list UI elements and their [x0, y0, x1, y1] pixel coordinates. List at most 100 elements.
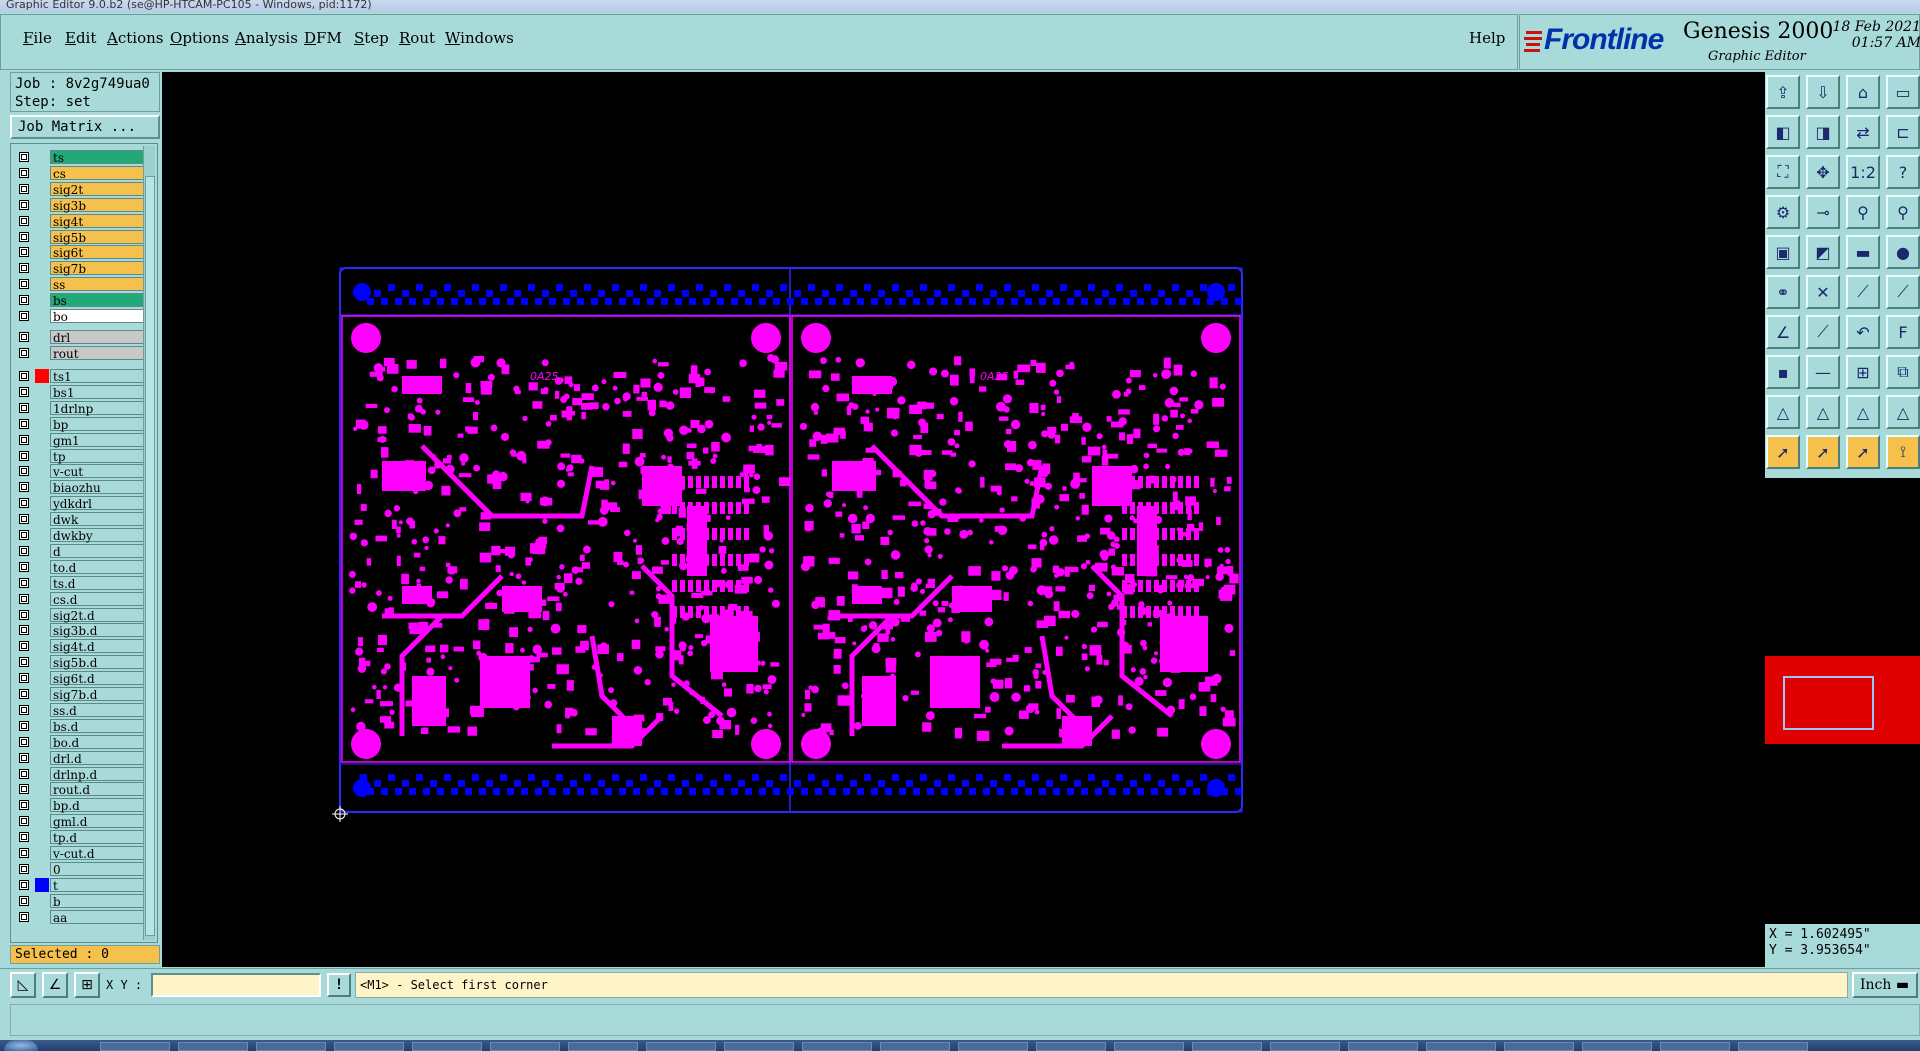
layer-checkbox[interactable]	[19, 332, 29, 342]
menu-actions[interactable]: Actions	[107, 29, 163, 47]
layer-name[interactable]: sig2t	[50, 181, 145, 197]
xy-input[interactable]	[151, 973, 321, 997]
layer-name[interactable]: v-cut	[50, 464, 145, 479]
layer-name[interactable]: aa	[50, 909, 145, 925]
layer-name[interactable]: gm1	[50, 432, 145, 448]
layer-checkbox[interactable]	[19, 152, 29, 162]
layer-row-gml.d[interactable]: gml.d	[15, 814, 145, 829]
pointer-box-icon[interactable]: ➚	[1846, 435, 1880, 469]
layer-name[interactable]: drl	[50, 330, 145, 345]
layer-name[interactable]: d	[50, 543, 145, 559]
layer-checkbox[interactable]	[19, 800, 29, 811]
layer-name[interactable]: sig6t	[50, 245, 145, 260]
layer-row-bp.d[interactable]: bp.d	[15, 798, 145, 813]
layer-row-bs1[interactable]: bs1	[15, 384, 145, 400]
taskbar-app-icon[interactable]	[1348, 1042, 1418, 1051]
layer-checkbox[interactable]	[19, 279, 29, 290]
layer-checkbox[interactable]	[19, 863, 29, 874]
taskbar-app-icon[interactable]	[568, 1042, 638, 1051]
layer-checkbox[interactable]	[19, 347, 29, 358]
layer-name[interactable]: biaozhu	[50, 480, 145, 495]
layer-row-ts[interactable]: ts	[15, 150, 145, 165]
taskbar-app-icon[interactable]	[1036, 1042, 1106, 1051]
taskbar-app-icon[interactable]	[100, 1042, 170, 1051]
shape-icon[interactable]: ◩	[1806, 235, 1840, 269]
menu-edit[interactable]: Edit	[65, 29, 96, 47]
home-icon[interactable]: ⌂	[1846, 75, 1880, 109]
snap-grid-icon[interactable]: ◺	[10, 972, 36, 998]
taskbar-app-icon[interactable]	[1738, 1042, 1808, 1051]
layer-row-drl.d[interactable]: drl.d	[15, 750, 145, 766]
layer-color-swatch[interactable]	[35, 877, 49, 892]
layer-row-bs[interactable]: bs	[15, 293, 145, 308]
symbol-icon[interactable]: ⊞	[1846, 355, 1880, 389]
layer-checkbox[interactable]	[19, 450, 29, 461]
layer-name[interactable]: 1drlnp	[50, 400, 145, 416]
taskbar-app-icon[interactable]	[958, 1042, 1028, 1051]
layer-row-sig6t.d[interactable]: sig6t.d	[15, 671, 145, 686]
layer-row-sig5b.d[interactable]: sig5b.d	[15, 655, 145, 670]
fit-icon[interactable]: ⛶	[1766, 155, 1800, 189]
panel-drawing[interactable]: 0A25 0A25	[162, 72, 1765, 967]
layer-name[interactable]: bs	[50, 293, 145, 308]
layer-name[interactable]: drl.d	[50, 750, 145, 766]
layer-checkbox[interactable]	[19, 593, 29, 604]
taskbar-app-icon[interactable]	[490, 1042, 560, 1051]
layer-row-sig4t[interactable]: sig4t	[15, 213, 145, 229]
layer-name[interactable]: bo	[50, 309, 145, 324]
layer-name[interactable]: bo.d	[50, 734, 145, 750]
layer-name[interactable]: bs.d	[50, 718, 145, 734]
layer-name[interactable]: cs	[50, 165, 145, 181]
layer-row-sig4t.d[interactable]: sig4t.d	[15, 639, 145, 654]
layer-row-ts1[interactable]: ts1	[15, 369, 145, 384]
layer-checkbox[interactable]	[19, 784, 29, 795]
layer-row-to.d[interactable]: to.d	[15, 559, 145, 575]
layer-checkbox[interactable]	[19, 641, 29, 652]
layer-name[interactable]: sig3b	[50, 197, 145, 213]
layer-scrollbar[interactable]	[143, 146, 155, 940]
layer-checkbox[interactable]	[19, 673, 29, 684]
layer-checkbox[interactable]	[19, 545, 29, 556]
units-selector[interactable]: Inch ▬	[1852, 972, 1918, 998]
layer-name[interactable]: sig4t	[50, 213, 145, 229]
layer-checkbox[interactable]	[19, 911, 29, 922]
dot-icon[interactable]: ●	[1886, 235, 1920, 269]
layer-row-dwkby[interactable]: dwkby	[15, 528, 145, 543]
execute-button[interactable]: !	[327, 973, 351, 997]
line-icon[interactable]: ▬	[1846, 235, 1880, 269]
layer-checkbox[interactable]	[19, 498, 29, 509]
open-job-icon[interactable]: ⇪	[1766, 75, 1800, 109]
layer-checkbox[interactable]	[19, 263, 29, 274]
layer-row-bo.d[interactable]: bo.d	[15, 734, 145, 750]
cross-icon[interactable]: ✕	[1806, 275, 1840, 309]
layer-name[interactable]: rout.d	[50, 782, 145, 797]
layer-row-cs.d[interactable]: cs.d	[15, 591, 145, 607]
pointer-icon[interactable]: ➚	[1766, 435, 1800, 469]
layer-name[interactable]: ts.d	[50, 575, 145, 591]
layer-name[interactable]: gml.d	[50, 814, 145, 829]
pointer-select-icon[interactable]: ➚	[1806, 435, 1840, 469]
save-icon[interactable]: ⇩	[1806, 75, 1840, 109]
layer-checkbox[interactable]	[19, 561, 29, 572]
layer-checkbox[interactable]	[19, 215, 29, 226]
layer-name[interactable]: ts1	[50, 369, 145, 384]
taskbar-app-icon[interactable]	[1660, 1042, 1730, 1051]
layer-checkbox[interactable]	[19, 625, 29, 636]
scrollbar-thumb[interactable]	[145, 176, 155, 936]
help-query-icon[interactable]: ?	[1886, 155, 1920, 189]
connect-icon[interactable]: ⟋	[1846, 275, 1880, 309]
layer-name[interactable]: ss.d	[50, 702, 145, 718]
triangle-alt-icon[interactable]: △	[1806, 395, 1840, 429]
layer-checkbox[interactable]	[19, 895, 29, 906]
layer-name[interactable]: sig7b.d	[50, 687, 145, 702]
layer-row-aa[interactable]: aa	[15, 909, 145, 925]
layer-checkbox[interactable]	[19, 311, 29, 321]
taskbar-app-icon[interactable]	[1504, 1042, 1574, 1051]
layer-row-0[interactable]: 0	[15, 861, 145, 877]
layer-row-dwk[interactable]: dwk	[15, 512, 145, 527]
overview-view-frame[interactable]	[1783, 676, 1874, 730]
measure-icon[interactable]: ⚲	[1846, 195, 1880, 229]
layer-row-sig6t[interactable]: sig6t	[15, 245, 145, 260]
layer-row-v-cut[interactable]: v-cut	[15, 464, 145, 479]
line-add-blue-icon[interactable]: ⟋	[1806, 315, 1840, 349]
